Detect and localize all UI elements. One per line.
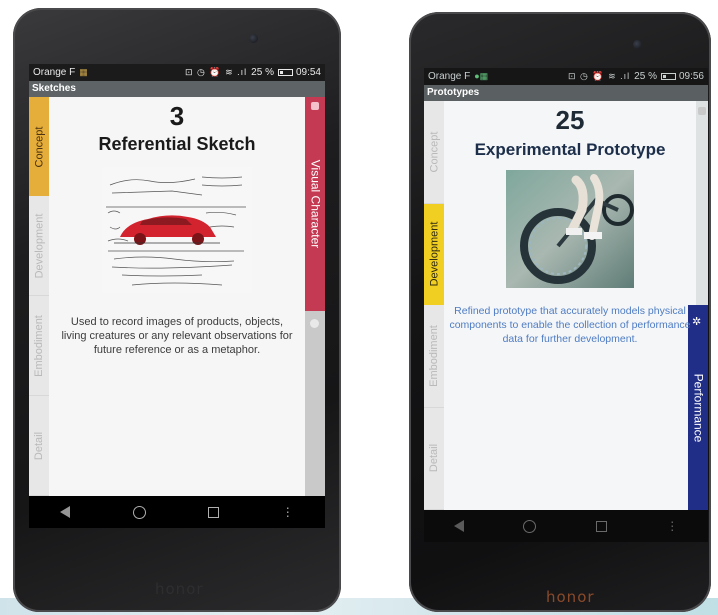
recent-apps-icon[interactable] [208, 506, 220, 518]
tab-previous-category[interactable] [696, 101, 708, 305]
pencil-icon [311, 102, 319, 110]
status-bar: Orange F ▦ ⊡ ◷ ⏰ ≋ .ıl 25 % 09:54 [29, 64, 325, 81]
sketch-illustration [102, 167, 252, 293]
more-icon[interactable]: ⋮ [666, 520, 678, 532]
carrier-label: Orange F [33, 67, 76, 78]
card[interactable]: 25 Experimental Prototype Refined protot… [444, 101, 696, 346]
tab-development[interactable]: Development [424, 203, 444, 305]
battery-percent: 25 % [251, 67, 274, 78]
phone-brand-logo: honor [546, 588, 595, 606]
front-camera [633, 40, 642, 49]
recent-apps-icon[interactable] [595, 520, 607, 532]
stage-tabs: Concept Development Embodiment Detail [29, 97, 49, 496]
tab-embodiment[interactable]: Embodiment [29, 296, 49, 396]
tab-visual-character[interactable]: Visual Character [305, 97, 325, 311]
tab-detail[interactable]: Detail [424, 407, 444, 510]
clock: 09:56 [678, 71, 704, 82]
tab-concept[interactable]: Concept [424, 101, 444, 204]
home-icon[interactable] [132, 505, 146, 519]
tab-embodiment[interactable]: Embodiment [424, 305, 444, 408]
category-tabs: Visual Character [305, 97, 325, 496]
app-title: Prototypes [424, 85, 708, 101]
tab-next-category[interactable] [305, 311, 325, 496]
more-icon[interactable]: ⋮ [282, 506, 294, 518]
navigation-bar: ⋮ [29, 496, 325, 528]
status-icons: ⊡ ◷ ⏰ ≋ .ıl [568, 71, 631, 81]
app-title: Sketches [29, 81, 325, 97]
status-bar: Orange F ●▦ ⊡ ◷ ⏰ ≋ .ıl 25 % 09:56 [424, 68, 708, 85]
card-number: 3 [169, 101, 185, 131]
back-icon[interactable] [453, 520, 464, 532]
tab-development[interactable]: Development [29, 196, 49, 296]
prototype-photo [506, 170, 634, 288]
screen-left: Orange F ▦ ⊡ ◷ ⏰ ≋ .ıl 25 % 09:54 Sketch… [29, 64, 325, 528]
tab-concept[interactable]: Concept [29, 97, 49, 196]
notification-icon: ●▦ [474, 71, 489, 81]
card-title: Experimental Prototype [474, 140, 666, 159]
battery-icon [660, 73, 676, 80]
status-icons: ⊡ ◷ ⏰ ≋ .ıl [185, 67, 248, 77]
stage-tabs: Concept Development Embodiment Detail [424, 101, 444, 510]
category-icon [310, 319, 319, 328]
card-description: Refined prototype that accurately models… [449, 305, 691, 345]
card-number: 25 [555, 105, 585, 135]
back-icon[interactable] [60, 506, 71, 518]
front-camera [249, 34, 258, 43]
clock: 09:54 [295, 67, 321, 78]
card-description: Used to record images of products, objec… [61, 316, 293, 356]
screen-right: Orange F ●▦ ⊡ ◷ ⏰ ≋ .ıl 25 % 09:56 Proto… [424, 68, 708, 542]
navigation-bar: ⋮ [424, 510, 708, 542]
card[interactable]: 3 Referential Sketch Used to record imag… [49, 97, 305, 357]
home-icon[interactable] [523, 519, 537, 533]
category-icon [698, 107, 706, 115]
tab-detail[interactable]: Detail [29, 396, 49, 496]
notification-icon: ▦ [79, 67, 88, 77]
phone-brand-logo: honor [155, 580, 204, 598]
card-title: Referential Sketch [98, 134, 256, 154]
carrier-label: Orange F [428, 71, 471, 82]
battery-percent: 25 % [634, 71, 657, 82]
battery-icon [277, 69, 293, 76]
